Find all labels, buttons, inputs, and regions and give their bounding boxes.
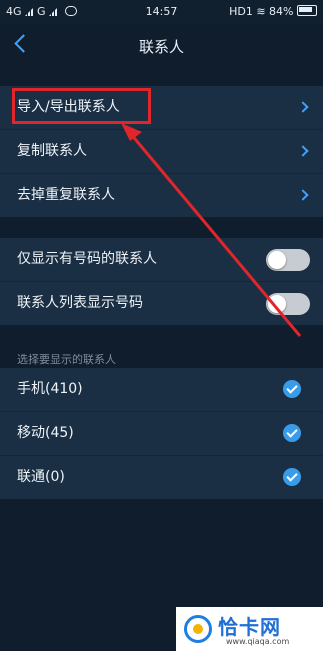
arrow-shaft <box>128 132 302 337</box>
watermark-url: www.qiaqa.com <box>226 637 290 646</box>
watermark-text: 恰卡网 <box>218 615 281 639</box>
annotation-arrow-icon <box>121 123 302 337</box>
arrow-head <box>121 123 142 141</box>
watermark: 恰卡网 www.qiaqa.com <box>176 607 323 651</box>
watermark-logo-icon <box>184 615 212 643</box>
